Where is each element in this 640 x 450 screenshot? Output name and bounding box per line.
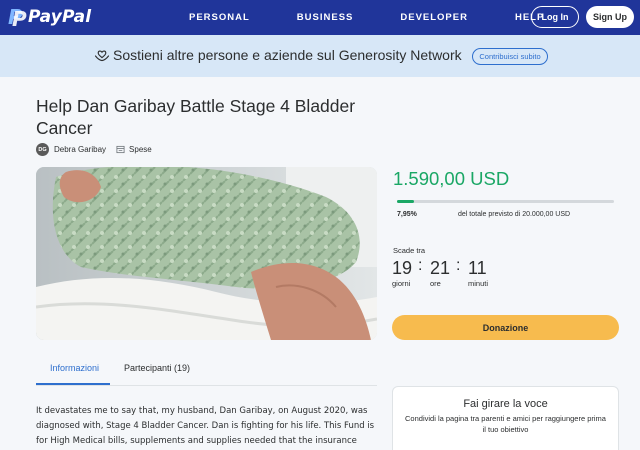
generosity-banner: Sostieni altre persone e aziende sul Gen…: [0, 35, 640, 77]
share-title: Fai girare la voce: [463, 398, 548, 410]
nav-item-developer[interactable]: DEVELOPER: [400, 12, 468, 23]
progress-fill: [397, 200, 415, 203]
countdown-days-unit: giorni: [392, 279, 411, 288]
progress-percent: 7,95%: [397, 211, 417, 218]
organizer-name[interactable]: Debra Garibay: [54, 145, 106, 154]
countdown-separator: :: [456, 257, 461, 274]
share-subtitle: Condividi la pagina tra parenti e amici …: [405, 414, 606, 434]
amount-raised: 1.590,00 USD: [393, 168, 510, 189]
donate-button[interactable]: Donazione: [392, 315, 619, 340]
countdown-hours-unit: ore: [430, 279, 441, 288]
login-button[interactable]: Log In: [531, 6, 579, 28]
countdown-minutes-unit: minuti: [468, 279, 489, 288]
campaign-story: It devastates me to say that, my husband…: [36, 406, 375, 446]
campaign-tabs: Informazioni Partecipanti (19): [36, 350, 377, 386]
campaign-title: Help Dan Garibay Battle Stage 4 Bladder …: [36, 96, 356, 138]
logo-text: PayPal: [28, 7, 92, 27]
tab-partecipanti[interactable]: Partecipanti (19): [124, 363, 190, 373]
countdown-days-value: 19: [392, 258, 413, 278]
patient-photo-illustration: [36, 167, 377, 340]
progress-bar: [397, 200, 614, 203]
countdown-separator: :: [418, 257, 423, 274]
countdown-hours-value: 21: [430, 258, 451, 278]
goal-text: del totale previsto di 20.000,00 USD: [458, 211, 571, 218]
tab-informazioni[interactable]: Informazioni: [50, 363, 99, 373]
top-navigation: PP PayPal PERSONAL BUSINESS DEVELOPER HE…: [0, 0, 640, 35]
share-card: Fai girare la voce Condividi la pagina t…: [392, 386, 619, 450]
heart-hands-icon: [94, 50, 110, 62]
contribute-button[interactable]: Contribuisci subito: [472, 48, 548, 65]
nav-item-business[interactable]: BUSINESS: [297, 12, 354, 23]
countdown-minutes-value: 11: [468, 258, 487, 278]
banner-text: Sostieni altre persone e aziende sul Gen…: [113, 47, 462, 63]
category-label: Spese: [129, 145, 152, 154]
paypal-p-icon: PP: [8, 5, 27, 31]
nav-item-personal[interactable]: PERSONAL: [189, 12, 250, 23]
deadline-label: Scade tra: [393, 246, 426, 255]
signup-button[interactable]: Sign Up: [586, 6, 634, 28]
organizer-avatar: DG: [36, 143, 49, 156]
category-icon: [116, 145, 125, 154]
campaign-photo: [36, 167, 377, 340]
paypal-logo[interactable]: PP PayPal: [6, 5, 92, 31]
active-tab-indicator: [36, 383, 110, 385]
campaign-meta: DG Debra Garibay Spese: [36, 143, 152, 156]
